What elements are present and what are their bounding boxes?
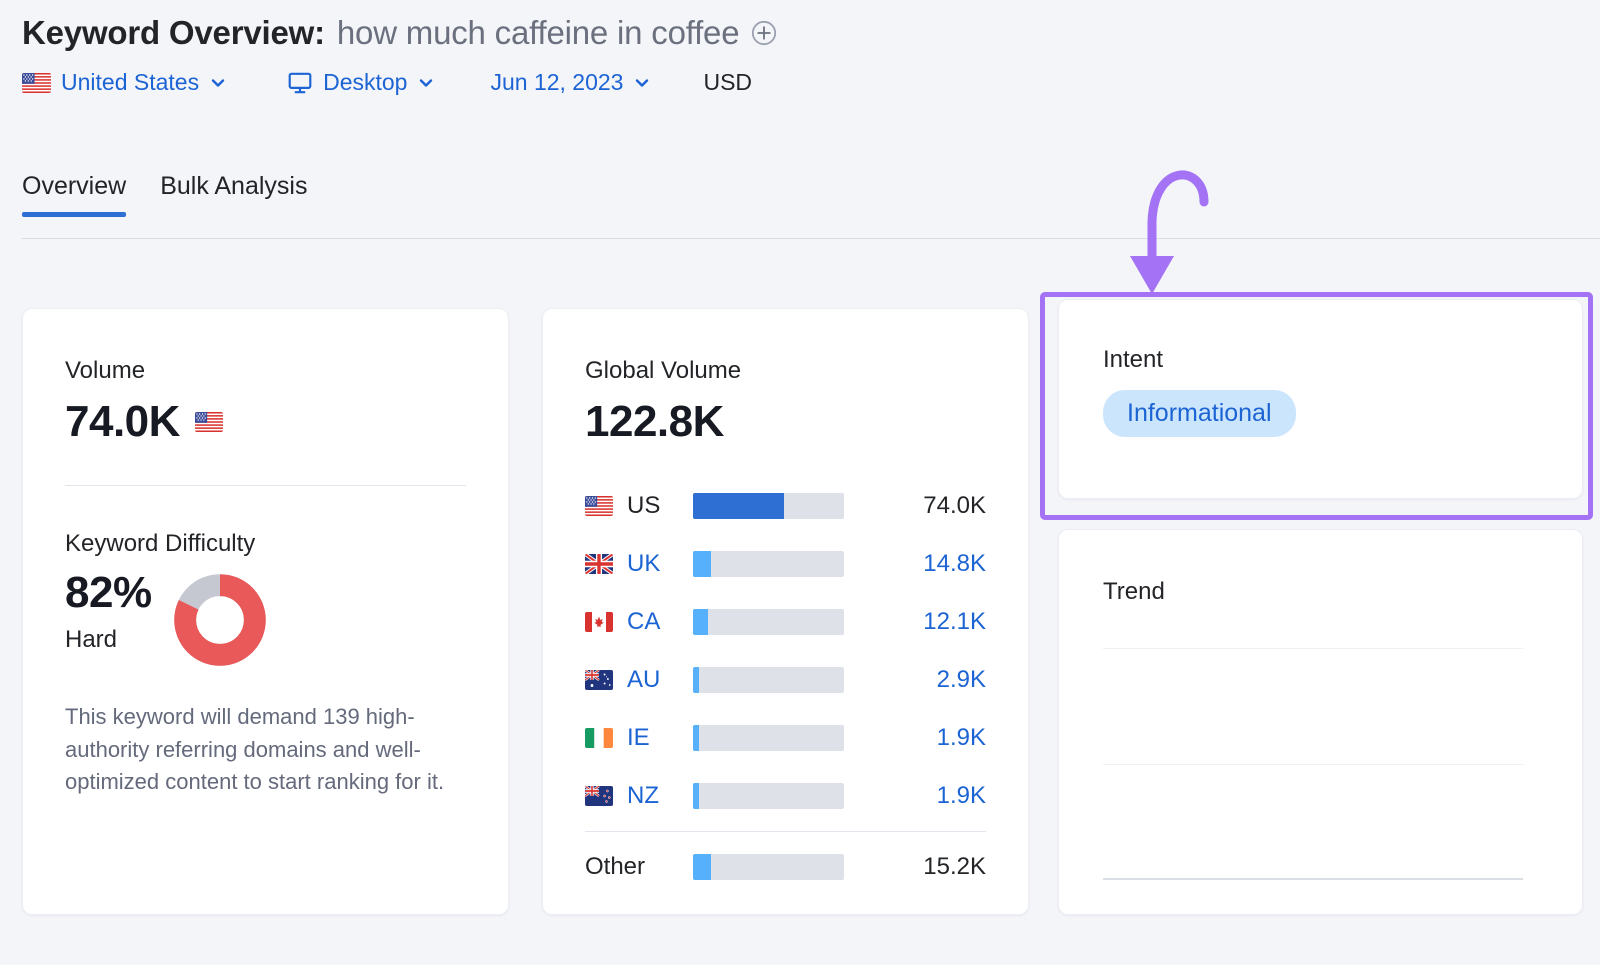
difficulty-donut-chart <box>174 574 266 671</box>
volume-bar-fill <box>693 609 708 635</box>
country-volume-row[interactable]: UK 14.8K <box>585 535 986 593</box>
global-volume-value: 122.8K <box>585 397 986 447</box>
country-filter-label: United States <box>61 69 199 96</box>
tab-overview-label: Overview <box>22 172 126 200</box>
country-volume-row[interactable]: IE 1.9K <box>585 709 986 767</box>
volume-bar-track <box>693 609 844 635</box>
country-volume-value: 1.9K <box>937 724 986 752</box>
volume-bar-fill <box>693 783 699 809</box>
country-volume-row[interactable]: US 74.0K <box>585 477 986 535</box>
country-code: CA <box>627 608 693 636</box>
country-list-divider <box>585 831 986 832</box>
ie-flag-icon <box>585 728 613 748</box>
keyword-difficulty-value: 82% <box>65 568 152 618</box>
keyword-difficulty-label: Keyword Difficulty <box>65 530 466 558</box>
filter-bar: United States Desktop <box>22 69 777 96</box>
device-filter-label: Desktop <box>323 69 407 96</box>
page-header: Keyword Overview: how much caffeine in c… <box>22 14 777 96</box>
trend-card: Trend <box>1058 529 1583 915</box>
page-title-keyword: how much caffeine in coffee <box>337 14 739 52</box>
country-code: IE <box>627 724 693 752</box>
global-volume-card: Global Volume 122.8K US 74.0K UK 14.8K CA 12.… <box>542 308 1029 915</box>
volume-bar-track <box>693 667 844 693</box>
date-filter[interactable]: Jun 12, 2023 <box>490 69 651 96</box>
country-filter[interactable]: United States <box>22 69 227 96</box>
keyword-difficulty-description: This keyword will demand 139 high-author… <box>65 701 455 799</box>
volume-bar-fill <box>693 667 699 693</box>
country-code: UK <box>627 550 693 578</box>
currency-label: USD <box>703 69 752 96</box>
page-title: Keyword Overview: how much caffeine in c… <box>22 14 777 52</box>
volume-bar-fill <box>693 725 699 751</box>
ca-flag-icon <box>585 612 613 632</box>
country-code: NZ <box>627 782 693 810</box>
trend-bar-chart <box>1103 648 1523 880</box>
volume-bar-fill <box>693 551 711 577</box>
keyword-difficulty-row: 82% Hard <box>65 568 466 671</box>
volume-bar-track <box>693 493 844 519</box>
tab-bar-divider <box>22 238 1600 239</box>
volume-bar-track <box>693 783 844 809</box>
volume-card-divider <box>65 485 466 486</box>
us-flag-icon <box>22 73 51 93</box>
page-title-label: Keyword Overview: <box>22 14 325 52</box>
axis-baseline <box>1103 878 1523 880</box>
keyword-overview-page: Keyword Overview: how much caffeine in c… <box>0 0 1600 965</box>
tab-bulk-analysis-label: Bulk Analysis <box>160 172 307 200</box>
volume-card: Volume 74.0K <box>22 308 509 915</box>
volume-bar-fill <box>693 854 711 880</box>
tab-bulk-analysis[interactable]: Bulk Analysis <box>160 172 307 217</box>
other-volume-value: 15.2K <box>923 853 986 881</box>
country-volume-value: 14.8K <box>923 550 986 578</box>
chevron-down-icon <box>417 74 435 92</box>
monitor-icon <box>287 70 313 96</box>
nz-flag-icon <box>585 786 613 806</box>
volume-bar-fill <box>693 493 784 519</box>
volume-bar-track <box>693 854 844 880</box>
curved-down-arrow-icon <box>1108 146 1248 298</box>
keyword-difficulty-rating: Hard <box>65 626 152 654</box>
intent-card: Intent Informational <box>1058 299 1583 499</box>
global-volume-label: Global Volume <box>585 357 986 385</box>
country-volume-row[interactable]: NZ 1.9K <box>585 767 986 825</box>
country-volume-value: 74.0K <box>923 492 986 520</box>
volume-label: Volume <box>65 357 466 385</box>
uk-flag-icon <box>585 554 613 574</box>
country-code: AU <box>627 666 693 694</box>
circle-plus-icon[interactable] <box>751 20 777 46</box>
country-volume-list: US 74.0K UK 14.8K CA 12.1K AU 2.9K IE 1.9K NZ 1.9K O… <box>585 477 986 896</box>
tab-bar: Overview Bulk Analysis <box>22 172 307 217</box>
other-volume-row: Other 15.2K <box>585 838 986 896</box>
other-label: Other <box>585 853 693 881</box>
us-flag-icon <box>585 496 613 516</box>
country-code: US <box>627 492 693 520</box>
volume-value-row: 74.0K <box>65 397 466 447</box>
intent-label: Intent <box>1103 346 1538 374</box>
volume-bar-track <box>693 551 844 577</box>
device-filter[interactable]: Desktop <box>287 69 435 96</box>
intent-badge[interactable]: Informational <box>1103 390 1296 437</box>
tab-overview[interactable]: Overview <box>22 172 126 217</box>
date-filter-label: Jun 12, 2023 <box>490 69 623 96</box>
chevron-down-icon <box>633 74 651 92</box>
country-volume-value: 1.9K <box>937 782 986 810</box>
us-flag-icon <box>195 412 223 432</box>
chevron-down-icon <box>209 74 227 92</box>
volume-value: 74.0K <box>65 397 180 447</box>
volume-bar-track <box>693 725 844 751</box>
country-volume-row[interactable]: CA 12.1K <box>585 593 986 651</box>
country-volume-value: 12.1K <box>923 608 986 636</box>
au-flag-icon <box>585 670 613 690</box>
trend-label: Trend <box>1103 578 1538 606</box>
country-volume-value: 2.9K <box>937 666 986 694</box>
country-volume-row[interactable]: AU 2.9K <box>585 651 986 709</box>
